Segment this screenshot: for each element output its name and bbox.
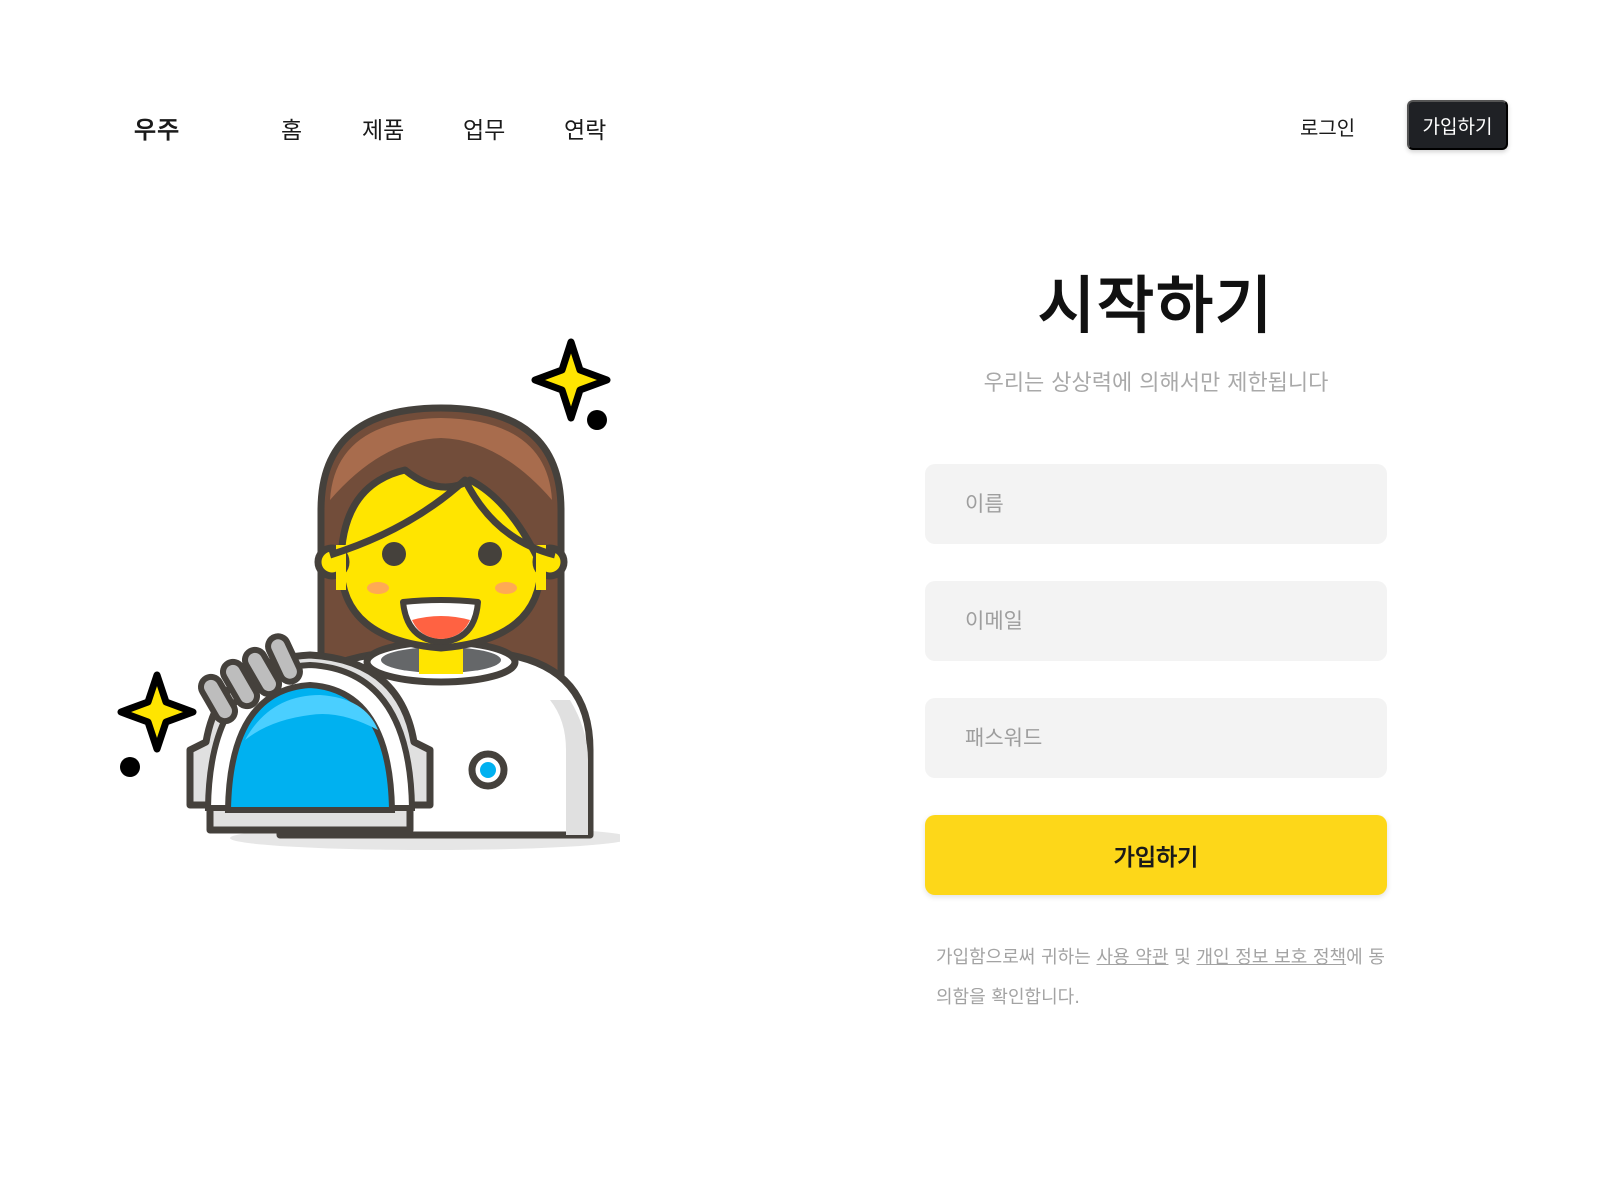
sparkle-icon — [531, 338, 611, 430]
sparkle-icon — [117, 671, 197, 777]
terms-prefix: 가입함으로써 귀하는 — [936, 947, 1097, 968]
password-field[interactable] — [925, 698, 1387, 778]
name-field[interactable] — [925, 464, 1387, 544]
nav-item-work[interactable]: 업무 — [463, 111, 505, 145]
terms-of-use-link[interactable]: 사용 약관 — [1096, 947, 1168, 968]
login-link[interactable]: 로그인 — [1300, 112, 1355, 141]
brand-logo[interactable]: 우주 — [134, 110, 180, 145]
header-signup-button[interactable]: 가입하기 — [1407, 100, 1508, 150]
email-field[interactable] — [925, 581, 1387, 661]
privacy-policy-link[interactable]: 개인 정보 보호 정책 — [1196, 947, 1346, 968]
form-title: 시작하기 — [1037, 269, 1275, 342]
top-navbar: 우주 홈 제품 업무 연락 로그인 가입하기 — [0, 0, 1601, 250]
nav-item-products[interactable]: 제품 — [362, 111, 404, 145]
woman-astronaut-icon — [110, 330, 630, 860]
signup-submit-button[interactable]: 가입하기 — [925, 815, 1387, 895]
form-subtitle: 우리는 상상력에 의해서만 제한됩니다 — [983, 371, 1329, 396]
terms-notice: 가입함으로써 귀하는 사용 약관 및 개인 정보 보호 정책에 동의함을 확인합… — [936, 938, 1386, 1018]
signup-page: 우주 홈 제품 업무 연락 로그인 가입하기 시작하기 우리는 상상력에 의해서… — [0, 0, 1601, 1200]
nav-item-home[interactable]: 홈 — [281, 111, 302, 145]
nav-item-contact[interactable]: 연락 — [564, 111, 606, 145]
terms-and: 및 — [1168, 947, 1197, 968]
